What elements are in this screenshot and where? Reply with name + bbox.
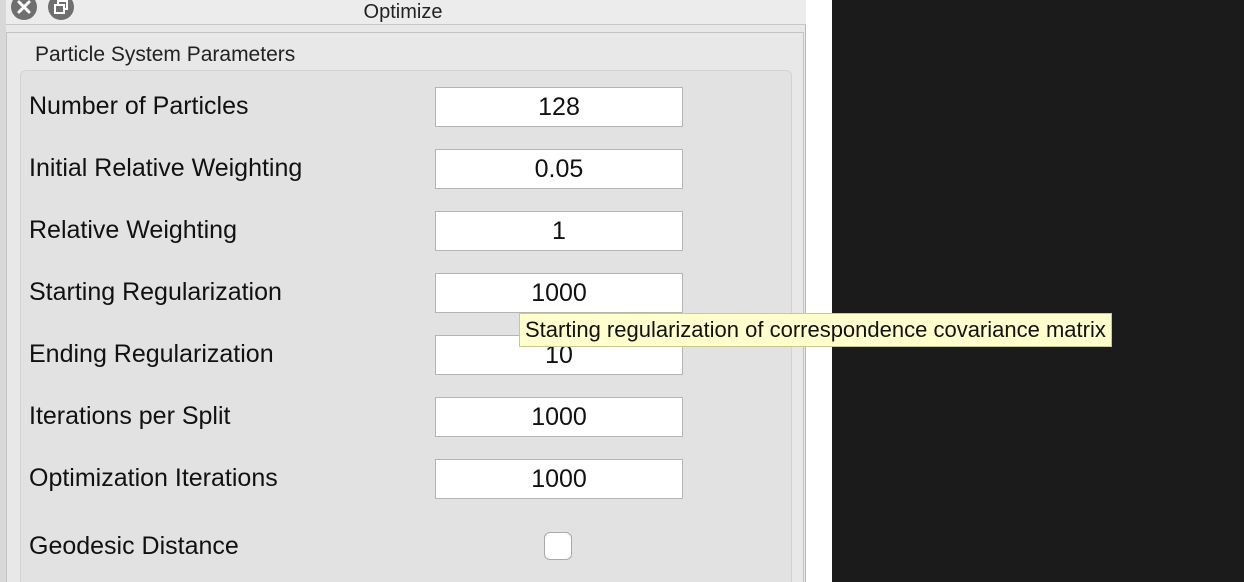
splitter-gap	[806, 0, 832, 582]
tooltip: Starting regularization of correspondenc…	[519, 313, 1112, 347]
relative-weighting-label: Relative Weighting	[29, 216, 237, 244]
relative-weighting-input[interactable]	[435, 211, 683, 251]
initial-relative-weighting-label: Initial Relative Weighting	[29, 154, 303, 182]
starting-regularization-label: Starting Regularization	[29, 278, 282, 306]
screen: Optimize Particle System Parameters Numb…	[0, 0, 1244, 582]
ending-regularization-label: Ending Regularization	[29, 340, 274, 368]
optimization-iterations-label: Optimization Iterations	[29, 464, 278, 492]
group-title: Particle System Parameters	[35, 43, 296, 66]
dock-title: Optimize	[363, 1, 443, 23]
iterations-per-split-label: Iterations per Split	[29, 402, 231, 430]
starting-regularization-input[interactable]	[435, 273, 683, 313]
geodesic-distance-checkbox[interactable]	[544, 532, 572, 560]
initial-relative-weighting-input[interactable]	[435, 149, 683, 189]
left-edge-strip	[0, 0, 6, 582]
optimization-iterations-input[interactable]	[435, 459, 683, 499]
iterations-per-split-input[interactable]	[435, 397, 683, 437]
optimize-dock-panel: Optimize Particle System Parameters Numb…	[0, 0, 806, 582]
number-of-particles-input[interactable]	[435, 87, 683, 127]
number-of-particles-label: Number of Particles	[29, 92, 249, 120]
dock-titlebar: Optimize	[0, 0, 806, 25]
geodesic-distance-label: Geodesic Distance	[29, 532, 239, 560]
